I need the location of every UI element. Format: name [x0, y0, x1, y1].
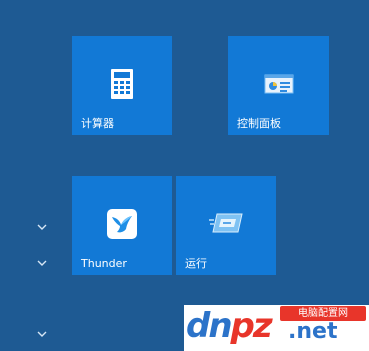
- thunder-bird-icon: [107, 209, 137, 239]
- run-icon: [209, 213, 243, 233]
- watermark-domain-suffix: .net: [288, 319, 338, 344]
- tile-control-panel[interactable]: 控制面板: [228, 36, 329, 135]
- tile-label: 运行: [185, 257, 207, 270]
- chevron-down-icon[interactable]: [35, 258, 49, 268]
- tile-label: 控制面板: [237, 117, 281, 130]
- tile-thunder[interactable]: Thunder: [72, 176, 172, 275]
- chevron-down-icon[interactable]: [35, 329, 49, 339]
- control-panel-icon: [264, 74, 293, 94]
- tile-run[interactable]: 运行: [176, 176, 276, 275]
- tile-label: Thunder: [81, 257, 127, 270]
- chevron-down-icon[interactable]: [35, 222, 49, 232]
- tile-label: 计算器: [81, 117, 114, 130]
- watermark: dnpz 电脑配置网 .net: [184, 305, 369, 351]
- tile-calculator[interactable]: 计算器: [72, 36, 172, 135]
- calculator-icon: [111, 69, 133, 99]
- watermark-logo: dnpz: [186, 306, 273, 346]
